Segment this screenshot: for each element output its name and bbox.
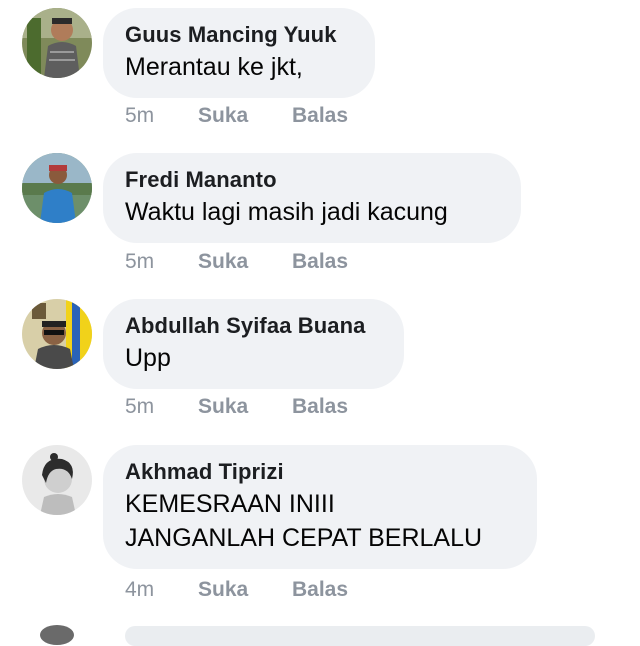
like-button[interactable]: Suka — [198, 575, 292, 605]
avatar[interactable] — [22, 299, 92, 369]
comment-bubble: Guus Mancing Yuuk Merantau ke jkt, — [103, 8, 375, 98]
comment-timestamp: 4m — [125, 578, 155, 601]
comment-bubble — [125, 626, 595, 646]
comment-bubble: Abdullah Syifaa Buana Upp — [103, 299, 404, 389]
avatar[interactable] — [22, 445, 92, 515]
comment-bubble: Akhmad Tiprizi KEMESRAAN INIII JANGANLAH… — [103, 445, 537, 569]
commenter-name[interactable]: Guus Mancing Yuuk — [125, 20, 353, 50]
comment-text: Waktu lagi masih jadi kacung — [125, 198, 448, 226]
comment-bubble: Fredi Mananto Waktu lagi masih jadi kacu… — [103, 153, 521, 243]
comment-actions: 5m Suka Balas — [125, 392, 348, 422]
comment-timestamp: 5m — [125, 104, 155, 127]
next-comment-partial — [0, 622, 640, 646]
comment-actions: 5m Suka Balas — [125, 101, 348, 131]
comment-text-line: JANGANLAH CEPAT BERLALU — [125, 524, 483, 552]
comment-actions: 5m Suka Balas — [125, 247, 348, 277]
reply-button[interactable]: Balas — [292, 575, 348, 605]
comment-text-line: KEMESRAAN INIII — [125, 490, 335, 518]
comment-timestamp: 5m — [125, 395, 155, 418]
comment-actions: 4m Suka Balas — [125, 575, 348, 605]
commenter-name[interactable]: Fredi Mananto — [125, 165, 499, 195]
like-button[interactable]: Suka — [198, 247, 292, 277]
commenter-name[interactable]: Akhmad Tiprizi — [125, 457, 515, 487]
like-button[interactable]: Suka — [198, 101, 292, 131]
avatar[interactable] — [22, 153, 92, 223]
comment-text: Merantau ke jkt, — [125, 53, 303, 81]
reply-button[interactable]: Balas — [292, 247, 348, 277]
comment-text: Upp — [125, 344, 171, 372]
avatar[interactable] — [22, 8, 92, 78]
reply-button[interactable]: Balas — [292, 101, 348, 131]
reply-button[interactable]: Balas — [292, 392, 348, 422]
avatar — [40, 625, 74, 645]
like-button[interactable]: Suka — [198, 392, 292, 422]
comment-timestamp: 5m — [125, 250, 155, 273]
commenter-name[interactable]: Abdullah Syifaa Buana — [125, 311, 382, 341]
